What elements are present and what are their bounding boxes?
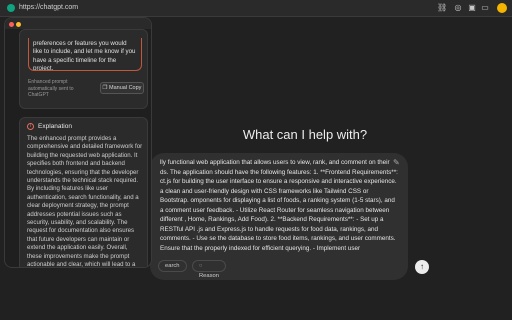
- enhance-pen-icon[interactable]: ✎: [393, 158, 400, 167]
- explanation-card: i Explanation The enhanced prompt provide…: [19, 117, 148, 268]
- close-dot-icon[interactable]: [9, 22, 14, 27]
- eye-off-icon[interactable]: ◎: [453, 3, 463, 13]
- composer-input[interactable]: lly functional web application that allo…: [160, 158, 398, 253]
- explanation-heading: i Explanation: [27, 123, 72, 130]
- search-button[interactable]: earch: [158, 260, 187, 272]
- link-icon[interactable]: ⛓: [437, 3, 447, 13]
- explanation-text: The enhanced prompt provides a comprehen…: [27, 135, 143, 268]
- auto-sent-note: Enhanced prompt automatically sent to Ch…: [28, 79, 74, 98]
- lightbulb-icon: ◌: [199, 263, 203, 269]
- manual-copy-button[interactable]: ❐ Manual Copy: [100, 82, 144, 94]
- reason-button[interactable]: ◌ Reason: [192, 260, 226, 279]
- camera-icon[interactable]: ▣: [467, 3, 477, 13]
- chat-composer[interactable]: lly functional web application that allo…: [150, 153, 429, 280]
- enhanced-prompt-text: preferences or features you would like t…: [28, 38, 142, 71]
- panel-titlebar: [5, 18, 151, 29]
- avatar[interactable]: [497, 3, 507, 13]
- page-title: What can I help with?: [242, 127, 368, 142]
- folder-icon[interactable]: ▭: [480, 3, 490, 13]
- send-button[interactable]: ↑: [415, 260, 429, 274]
- browser-toolbar: https://chatgpt.com ⛓ ◎ ▣ ▭: [0, 0, 512, 17]
- explanation-title: Explanation: [38, 123, 72, 131]
- prompt-enhancer-panel: preferences or features you would like t…: [4, 17, 152, 268]
- manual-copy-label: Manual Copy: [109, 85, 142, 91]
- minimize-dot-icon[interactable]: [16, 22, 21, 27]
- chatgpt-favicon-icon: [7, 4, 15, 12]
- address-bar[interactable]: https://chatgpt.com: [19, 3, 78, 13]
- enhanced-prompt-card: preferences or features you would like t…: [19, 29, 148, 109]
- panel-content: preferences or features you would like t…: [5, 29, 151, 268]
- search-label: earch: [165, 263, 180, 269]
- info-icon: i: [27, 123, 34, 130]
- reason-label: Reason: [199, 273, 219, 279]
